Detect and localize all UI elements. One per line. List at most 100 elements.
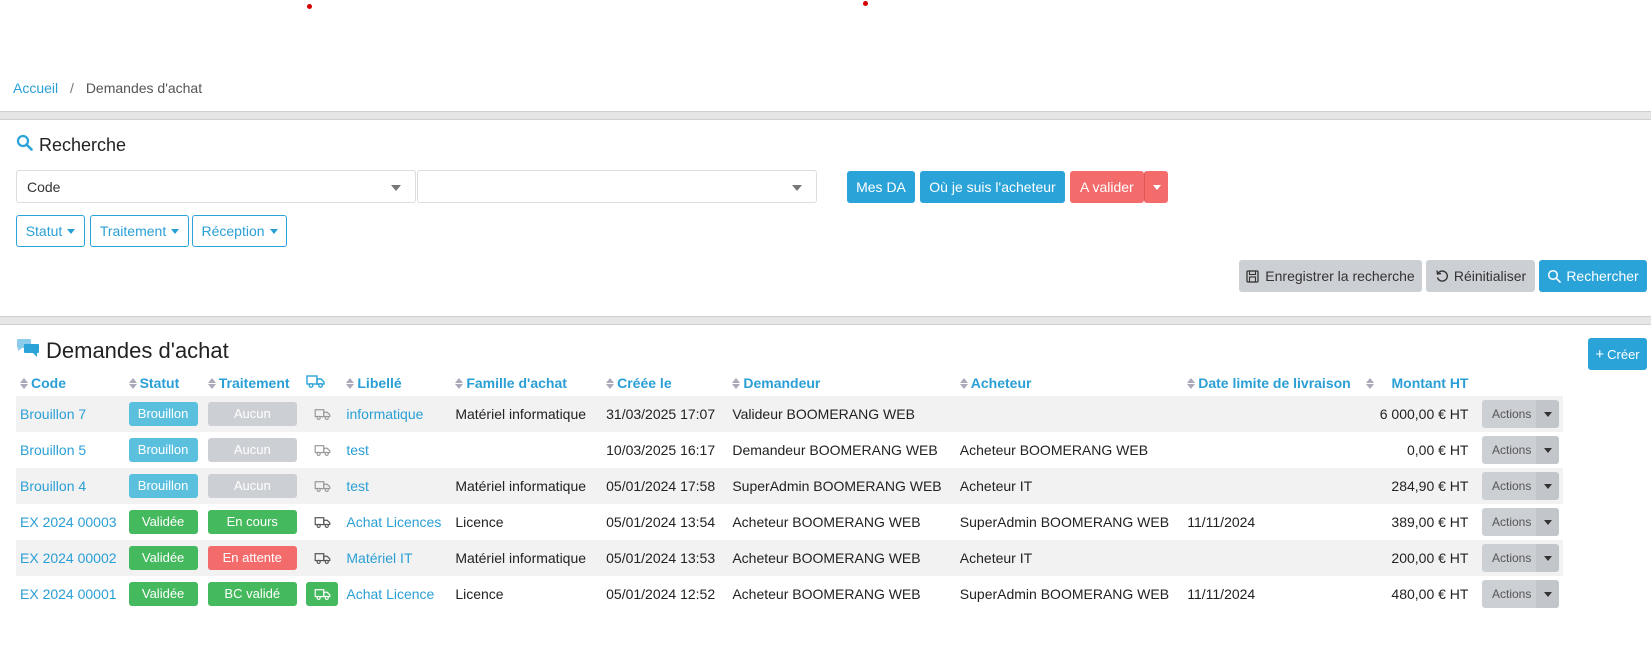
column-header-processing[interactable]: Traitement [204, 369, 303, 396]
column-header-requester[interactable]: Demandeur [728, 369, 955, 396]
reception-filter-label: Réception [201, 223, 265, 239]
processing-badge: Aucun [207, 438, 297, 462]
request-code-link[interactable]: Brouillon 7 [20, 406, 86, 422]
caret-down-icon [1543, 483, 1552, 489]
search-title: Recherche [39, 134, 127, 155]
cell-code: Brouillon 7 [16, 396, 125, 432]
column-header-label: Statut [139, 374, 180, 391]
status-badge: Validée [128, 510, 198, 534]
actions-button[interactable]: Actions [1482, 580, 1536, 608]
truck-icon [306, 375, 326, 391]
request-label-link[interactable]: test [346, 478, 369, 494]
actions-dropdown-toggle[interactable] [1536, 472, 1559, 500]
sort-icon [732, 378, 741, 390]
reset-button[interactable]: Réinitialiser [1426, 260, 1535, 292]
run-search-button[interactable]: Rechercher [1539, 260, 1647, 292]
request-code-link[interactable]: EX 2024 00002 [20, 550, 117, 566]
actions-button-group: Actions [1482, 436, 1559, 464]
column-header-label: Montant HT [1391, 374, 1469, 391]
cell-label: test [342, 468, 452, 504]
search-value-select[interactable] [417, 170, 817, 203]
list-title: Demandes d'achat [46, 338, 229, 363]
request-code-link[interactable]: EX 2024 00001 [20, 586, 117, 602]
cell-family: Licence [455, 586, 504, 602]
status-badge: Validée [128, 546, 198, 570]
column-header-status[interactable]: Statut [125, 369, 204, 396]
table-row: EX 2024 00001 Validée BC validé Achat Licen… [16, 576, 1563, 612]
table-row: Brouillon 7 Brouillon Aucun informatique Mat… [16, 396, 1563, 432]
column-header-amount[interactable]: Montant HT [1362, 369, 1473, 396]
cell-processing: BC validé [204, 576, 303, 612]
actions-dropdown-toggle[interactable] [1536, 580, 1559, 608]
request-label-link[interactable]: test [346, 442, 369, 458]
cell-code: EX 2024 00002 [16, 540, 125, 576]
actions-button[interactable]: Actions [1482, 436, 1536, 464]
actions-dropdown-toggle[interactable] [1536, 544, 1559, 572]
status-badge: Brouillon [128, 438, 198, 462]
actions-button[interactable]: Actions [1482, 508, 1536, 536]
run-search-label: Rechercher [1566, 268, 1639, 284]
column-header-buyer[interactable]: Acheteur [956, 369, 1183, 396]
caret-down-icon [269, 228, 278, 234]
cell-code: EX 2024 00003 [16, 504, 125, 540]
column-header-created[interactable]: Créée le [602, 369, 728, 396]
status-filter-dropdown[interactable]: Statut [16, 215, 85, 247]
caret-down-icon [1543, 591, 1552, 597]
search-icon [16, 134, 33, 156]
breadcrumb-separator: / [70, 80, 74, 96]
sort-icon [1187, 378, 1196, 390]
actions-button[interactable]: Actions [1482, 472, 1536, 500]
save-search-button[interactable]: Enregistrer la recherche [1239, 260, 1422, 292]
section-divider [0, 111, 1651, 120]
column-header-family[interactable]: Famille d'achat [451, 369, 602, 396]
reception-filter-dropdown[interactable]: Réception [192, 215, 287, 247]
create-button[interactable]: + Créer [1588, 338, 1647, 370]
request-code-link[interactable]: Brouillon 5 [20, 442, 86, 458]
column-header-code[interactable]: Code [16, 369, 125, 396]
cell-reception [302, 540, 343, 576]
processing-badge: Aucun [207, 402, 297, 426]
where-i-am-buyer-button[interactable]: Où je suis l'acheteur [920, 171, 1065, 203]
cell-label: Matériel IT [342, 540, 452, 576]
caret-down-icon [1543, 447, 1552, 453]
cell-code: EX 2024 00001 [16, 576, 125, 612]
marker-dot [307, 4, 312, 9]
request-label-link[interactable]: Achat Licences [346, 514, 441, 530]
request-code-link[interactable]: EX 2024 00003 [20, 514, 117, 530]
column-header-label-col[interactable]: Libellé [342, 369, 451, 396]
cell-family: Licence [455, 514, 504, 530]
cell-requester: SuperAdmin BOOMERANG WEB [728, 468, 956, 504]
cell-buyer: SuperAdmin BOOMERANG WEB [959, 514, 1170, 530]
sort-icon [959, 378, 968, 390]
truck-icon [306, 582, 339, 606]
request-code-link[interactable]: Brouillon 4 [20, 478, 86, 494]
cell-processing: En cours [204, 504, 303, 540]
cell-actions: Actions [1472, 468, 1563, 504]
processing-filter-dropdown[interactable]: Traitement [90, 215, 189, 247]
chevron-down-icon [391, 185, 401, 191]
actions-dropdown-toggle[interactable] [1536, 400, 1559, 428]
actions-button[interactable]: Actions [1482, 400, 1536, 428]
processing-badge: BC validé [207, 582, 297, 606]
request-label-link[interactable]: Matériel IT [346, 550, 412, 566]
cell-reception [302, 468, 343, 504]
actions-button[interactable]: Actions [1482, 544, 1536, 572]
cell-buyer: Acheteur BOOMERANG WEB [959, 442, 1149, 458]
request-label-link[interactable]: Achat Licence [346, 586, 434, 602]
cell-status: Validée [125, 504, 204, 540]
cell-deadline [1183, 432, 1361, 468]
column-header-label: Famille d'achat [466, 374, 567, 391]
table-header-row: Code Statut Traitement Libellé Famille d… [16, 369, 1563, 396]
search-field-select[interactable]: Code [16, 170, 416, 203]
breadcrumb-home-link[interactable]: Accueil [13, 80, 58, 96]
to-validate-dropdown-toggle[interactable] [1144, 171, 1168, 203]
cell-family: Matériel informatique [451, 540, 603, 576]
request-label-link[interactable]: informatique [346, 406, 423, 422]
processing-badge: Aucun [207, 474, 297, 498]
actions-dropdown-toggle[interactable] [1536, 508, 1559, 536]
to-validate-button[interactable]: A valider [1070, 171, 1144, 203]
status-badge: Validée [128, 582, 198, 606]
column-header-deadline[interactable]: Date limite de livraison [1183, 369, 1361, 396]
actions-dropdown-toggle[interactable] [1536, 436, 1559, 464]
my-requests-button[interactable]: Mes DA [847, 171, 915, 203]
